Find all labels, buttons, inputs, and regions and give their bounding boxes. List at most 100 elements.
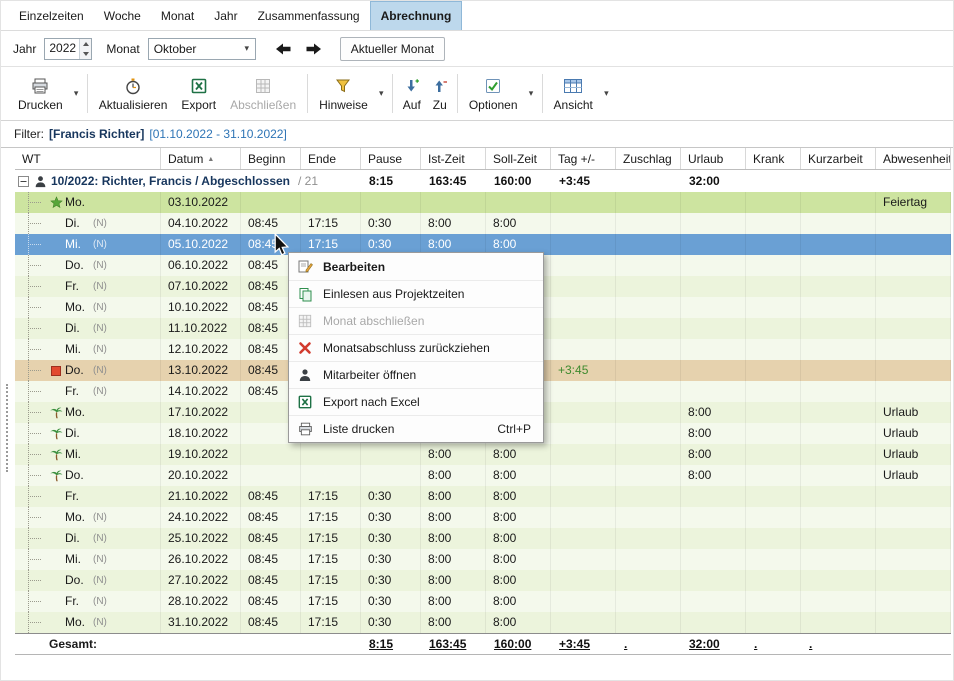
cell-tag-saldo — [551, 213, 616, 234]
table-row[interactable]: Do. 20.10.2022 8:00 8:00 8:00 Urlaub — [15, 465, 951, 486]
column-header-kurzarbeit[interactable]: Kurzarbeit — [801, 148, 876, 169]
next-month-button[interactable] — [302, 38, 326, 60]
column-header-abwesenheit[interactable]: Abwesenheit — [876, 148, 951, 169]
cell-zuschlag — [616, 213, 681, 234]
tab-zusammenfassung[interactable]: Zusammenfassung — [248, 1, 370, 30]
n-marker: (N) — [93, 507, 107, 528]
tab-jahr[interactable]: Jahr — [204, 1, 247, 30]
spin-up-icon[interactable] — [80, 39, 91, 49]
cell-urlaub — [681, 486, 746, 507]
cell-abwesenheit — [876, 276, 951, 297]
expand-all-button[interactable]: Auf — [397, 67, 427, 120]
menu-item-monatsabschluss-zurückziehen[interactable]: Monatsabschluss zurückziehen — [289, 334, 543, 361]
menu-item-einlesen-aus-projektzeiten[interactable]: Einlesen aus Projektzeiten — [289, 280, 543, 307]
menu-item-export-nach-excel[interactable]: Export nach Excel — [289, 388, 543, 415]
cell-datum: 19.10.2022 — [161, 444, 241, 465]
table-row[interactable]: Do. (N) 27.10.2022 08:45 17:15 0:30 8:00… — [15, 570, 951, 591]
month-dropdown[interactable]: Oktober ▾ — [148, 38, 256, 60]
weekday-label: Mi. — [65, 549, 91, 570]
column-header-ist-zeit[interactable]: Ist-Zeit — [421, 148, 486, 169]
cell-zuschlag — [616, 276, 681, 297]
table-row[interactable]: Mi. (N) 26.10.2022 08:45 17:15 0:30 8:00… — [15, 549, 951, 570]
tab-abrechnung[interactable]: Abrechnung — [370, 1, 463, 30]
period-controls: Jahr 2022 Monat Oktober ▾ Aktueller Mona… — [1, 31, 953, 67]
export-button[interactable]: Export — [174, 67, 223, 120]
tab-monat[interactable]: Monat — [151, 1, 204, 30]
group-day-count: / 21 — [298, 174, 318, 188]
year-spinner[interactable]: 2022 — [44, 38, 92, 60]
cell-beginn — [241, 444, 301, 465]
weekday-label: Mo. — [65, 297, 91, 318]
menu-item-liste-drucken[interactable]: Liste drucken Ctrl+P — [289, 415, 543, 442]
cell-abwesenheit — [876, 549, 951, 570]
column-header-wt[interactable]: WT — [15, 148, 161, 169]
cell-tag-saldo — [551, 297, 616, 318]
cell-wt: Mo. (N) — [15, 612, 161, 633]
view-button[interactable]: Ansicht — [547, 67, 600, 120]
cell-kurzarbeit — [801, 234, 876, 255]
menu-item-bearbeiten[interactable]: Bearbeiten — [289, 253, 543, 280]
table-row[interactable]: Di. (N) 04.10.2022 08:45 17:15 0:30 8:00… — [15, 213, 951, 234]
cell-soll-zeit: 8:00 — [486, 465, 551, 486]
table-row[interactable]: Mo. 03.10.2022 Feiertag — [15, 192, 951, 213]
hints-dropdown-chevron-icon[interactable]: ▾ — [375, 67, 388, 120]
current-month-button[interactable]: Aktueller Monat — [340, 37, 445, 61]
tree-line — [19, 465, 47, 486]
vacation-palm-icon — [47, 469, 65, 483]
column-header-tag-+[interactable]: Tag +/- — [551, 148, 616, 169]
cell-ist-zeit — [421, 192, 486, 213]
weekday-label: Fr. — [65, 486, 91, 507]
year-spin-buttons[interactable] — [79, 39, 91, 59]
cell-ende: 17:15 — [301, 549, 361, 570]
cell-urlaub: 8:00 — [681, 465, 746, 486]
table-row[interactable]: Di. (N) 25.10.2022 08:45 17:15 0:30 8:00… — [15, 528, 951, 549]
table-row[interactable]: Fr. (N) 28.10.2022 08:45 17:15 0:30 8:00… — [15, 591, 951, 612]
cell-krank — [746, 255, 801, 276]
cell-abwesenheit — [876, 360, 951, 381]
close-month-button[interactable]: Abschließen — [223, 67, 303, 120]
column-header-soll-zeit[interactable]: Soll-Zeit — [486, 148, 551, 169]
tree-line — [19, 213, 47, 234]
cell-zuschlag — [616, 339, 681, 360]
hints-button[interactable]: Hinweise — [312, 67, 375, 120]
table-row[interactable]: Mo. (N) 31.10.2022 08:45 17:15 0:30 8:00… — [15, 612, 951, 633]
column-header-ende[interactable]: Ende — [301, 148, 361, 169]
group-row[interactable]: 10/2022: Richter, Francis / Abgeschlosse… — [15, 170, 951, 192]
print-button[interactable]: Drucken — [11, 67, 70, 120]
refresh-button[interactable]: Aktualisieren — [92, 67, 175, 120]
collapse-expander-icon[interactable] — [18, 176, 31, 187]
table-row[interactable]: Fr. 21.10.2022 08:45 17:15 0:30 8:00 8:0… — [15, 486, 951, 507]
cell-krank — [746, 423, 801, 444]
spin-down-icon[interactable] — [80, 49, 91, 59]
collapse-arrow-icon — [432, 77, 448, 95]
column-header-urlaub[interactable]: Urlaub — [681, 148, 746, 169]
cell-soll-zeit: 8:00 — [486, 444, 551, 465]
tab-einzelzeiten[interactable]: Einzelzeiten — [9, 1, 94, 30]
column-header-zuschlag[interactable]: Zuschlag — [616, 148, 681, 169]
table-row[interactable]: Mo. (N) 24.10.2022 08:45 17:15 0:30 8:00… — [15, 507, 951, 528]
options-dropdown-chevron-icon[interactable]: ▾ — [525, 67, 538, 120]
view-dropdown-chevron-icon[interactable]: ▾ — [600, 67, 613, 120]
tab-woche[interactable]: Woche — [94, 1, 151, 30]
tree-line — [19, 339, 47, 360]
tree-line — [19, 486, 47, 507]
options-button[interactable]: Optionen — [462, 67, 525, 120]
cell-datum: 18.10.2022 — [161, 423, 241, 444]
cell-beginn: 08:45 — [241, 213, 301, 234]
cell-wt: Di. (N) — [15, 528, 161, 549]
column-header-beginn[interactable]: Beginn — [241, 148, 301, 169]
total-zuschlag: . — [624, 637, 627, 651]
column-header-pause[interactable]: Pause — [361, 148, 421, 169]
table-row[interactable]: Mi. 19.10.2022 8:00 8:00 8:00 Urlaub — [15, 444, 951, 465]
previous-month-button[interactable] — [272, 38, 296, 60]
collapse-all-button[interactable]: Zu — [427, 67, 453, 120]
print-dropdown-chevron-icon[interactable]: ▾ — [70, 67, 83, 120]
column-header-krank[interactable]: Krank — [746, 148, 801, 169]
cell-kurzarbeit — [801, 213, 876, 234]
menu-item-mitarbeiter-öffnen[interactable]: Mitarbeiter öffnen — [289, 361, 543, 388]
cell-zuschlag — [616, 402, 681, 423]
column-header-datum[interactable]: Datum▲ — [161, 148, 241, 169]
menu-item-monat-abschließen[interactable]: Monat abschließen — [289, 307, 543, 334]
cell-urlaub — [681, 549, 746, 570]
splitter-handle[interactable] — [6, 384, 9, 472]
